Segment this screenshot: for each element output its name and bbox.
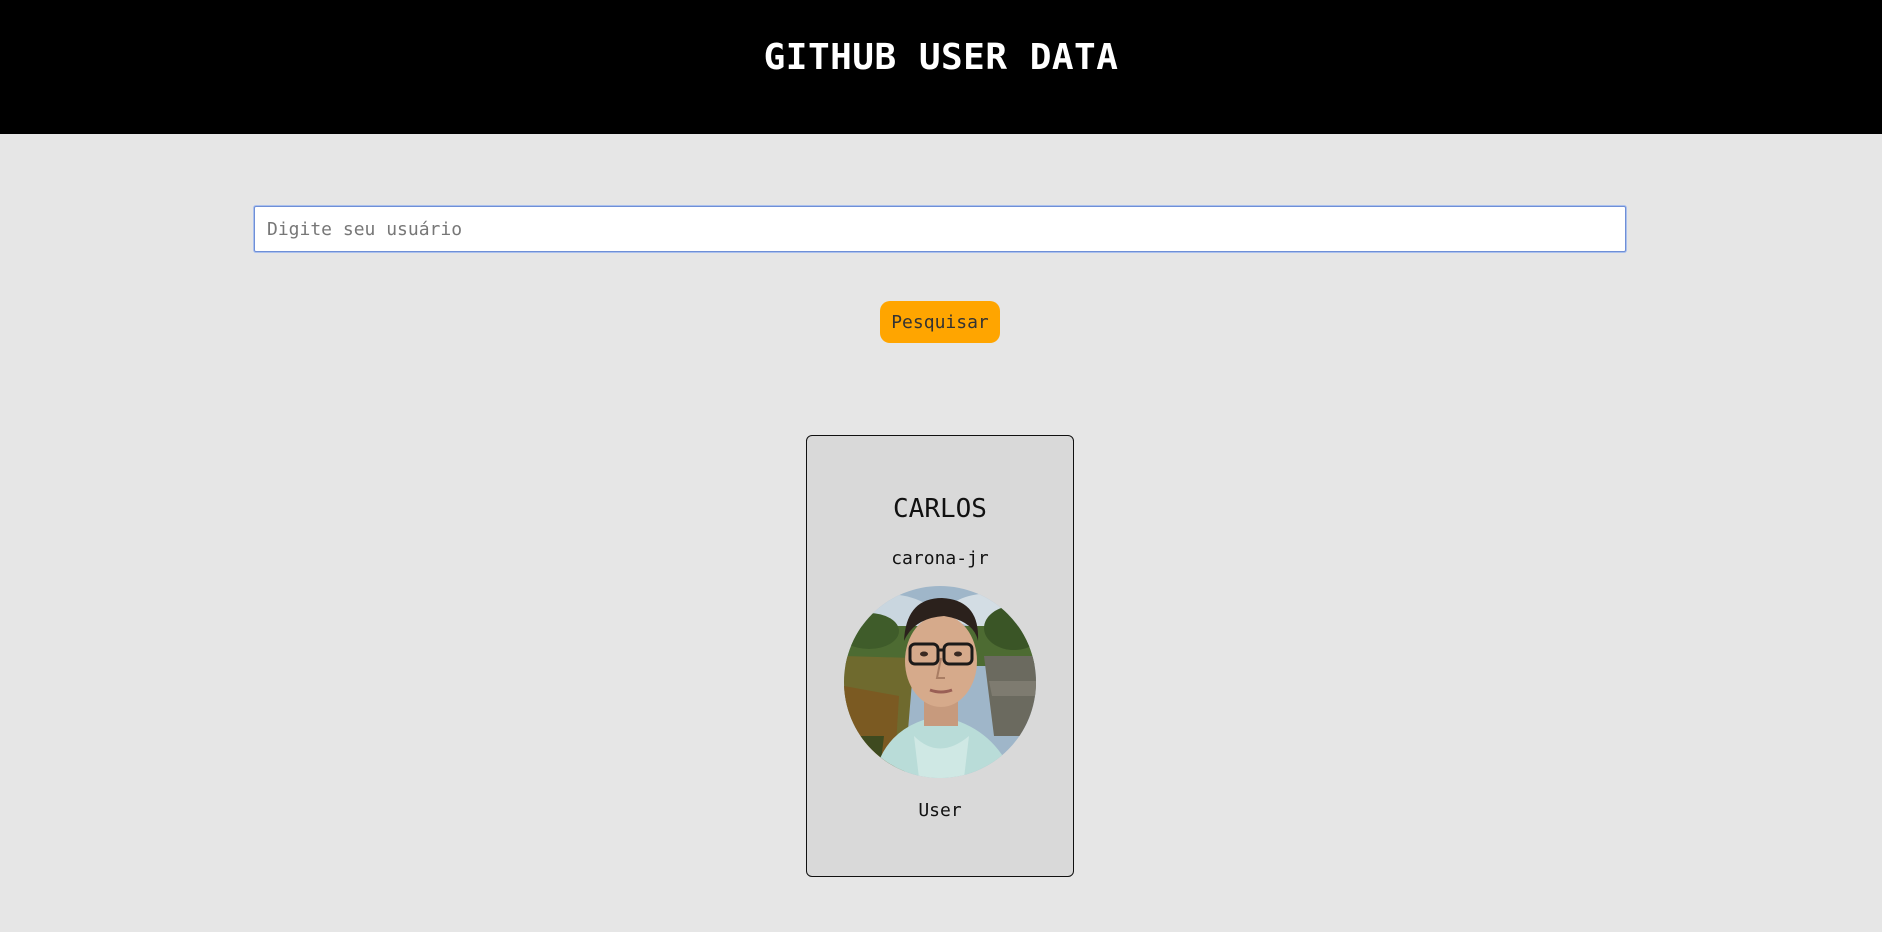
- search-button[interactable]: Pesquisar: [880, 301, 1000, 343]
- user-type: User: [918, 800, 962, 821]
- avatar: [844, 586, 1036, 778]
- user-login: carona-jr: [891, 548, 989, 569]
- page-title: GITHUB USER DATA: [763, 36, 1119, 78]
- page-header: GITHUB USER DATA: [0, 0, 1882, 134]
- search-input[interactable]: [254, 206, 1626, 252]
- user-name: CARLOS: [893, 494, 987, 524]
- user-card: CARLOS carona-jr User: [806, 435, 1074, 877]
- avatar-image: [844, 586, 1036, 778]
